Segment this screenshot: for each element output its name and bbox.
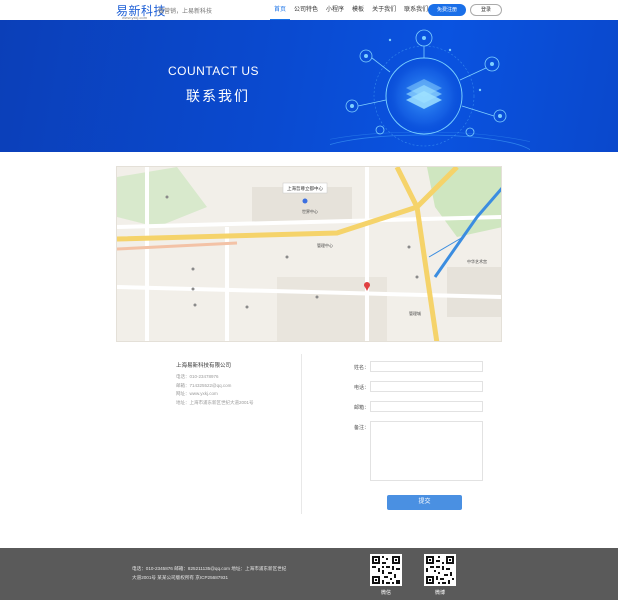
phone-field[interactable] [370,381,483,392]
note-label: 备注： [354,425,370,431]
footer-copyright: 大道2001号 某某公司版权所有 京ICP25687931 [132,575,228,580]
map-label-world-center: 世界中心 [302,208,318,214]
company-name: 上海易新科技有限公司 [176,363,232,369]
name-field[interactable] [370,361,483,372]
nav-home[interactable]: 首页 [270,0,291,20]
top-header: 易新科技 www.yxkj.com 做营销，上易新科技 首页 公司特色 小程序 … [0,0,618,20]
map-callout: 上海哲尊立都中心 [287,185,323,192]
slogan: 做营销，上易新科技 [158,9,213,15]
company-email: 邮箱：714325522@qq.com [176,382,232,388]
wechat-qr-icon [370,554,402,586]
map-label-admin-center: 管理中心 [317,242,333,248]
phone-label: 电话： [354,385,370,391]
nav-features[interactable]: 公司特色 [290,0,322,20]
section-divider [301,354,302,514]
wechat-label: 微信 [380,590,391,596]
banner-title-en: COUNTACT US [168,64,260,78]
map-label-art-palace: 中华艺术宫 [467,258,487,264]
weibo-qr-icon [424,554,456,586]
note-textarea[interactable] [370,421,483,481]
company-website: 网址：www.yxkj.com [176,391,218,397]
tech-illustration [330,29,530,151]
login-button[interactable]: 登录 [470,4,502,16]
email-field[interactable] [370,401,483,412]
submit-button[interactable]: 提交 [387,495,462,510]
name-label: 姓名： [354,365,370,371]
banner-title-cn: 联系我们 [186,88,250,104]
register-button[interactable]: 免费注册 [428,4,466,16]
nav-templates[interactable]: 模板 [348,0,368,20]
nav-mini-program[interactable]: 小程序 [322,0,348,20]
main-nav: 首页 公司特色 小程序 模板 关于我们 联系我们 [270,0,432,20]
footer-contact: 电话：010-2345876 邮箱：825211135@qq.com 地址：上海… [132,566,287,571]
location-map[interactable]: 上海哲尊立都中心 世界中心 管理中心 中华艺术宫 管理城 [116,166,502,342]
company-info: 上海易新科技有限公司 电话：010-23478976 邮箱：714325522@… [176,361,296,407]
map-label-admin-city: 管理城 [409,310,421,316]
email-label: 邮箱： [354,405,370,411]
hero-banner: COUNTACT US 联系我们 [0,20,618,152]
weibo-label: 微博 [434,590,445,596]
nav-about[interactable]: 关于我们 [368,0,400,20]
company-phone: 电话：010-23478976 [176,374,219,379]
footer [0,548,618,600]
company-address: 地址：上海市浦东新区世纪大道2001号 [176,399,254,405]
map-canvas: 上海哲尊立都中心 世界中心 管理中心 中华艺术宫 管理城 [117,167,501,341]
